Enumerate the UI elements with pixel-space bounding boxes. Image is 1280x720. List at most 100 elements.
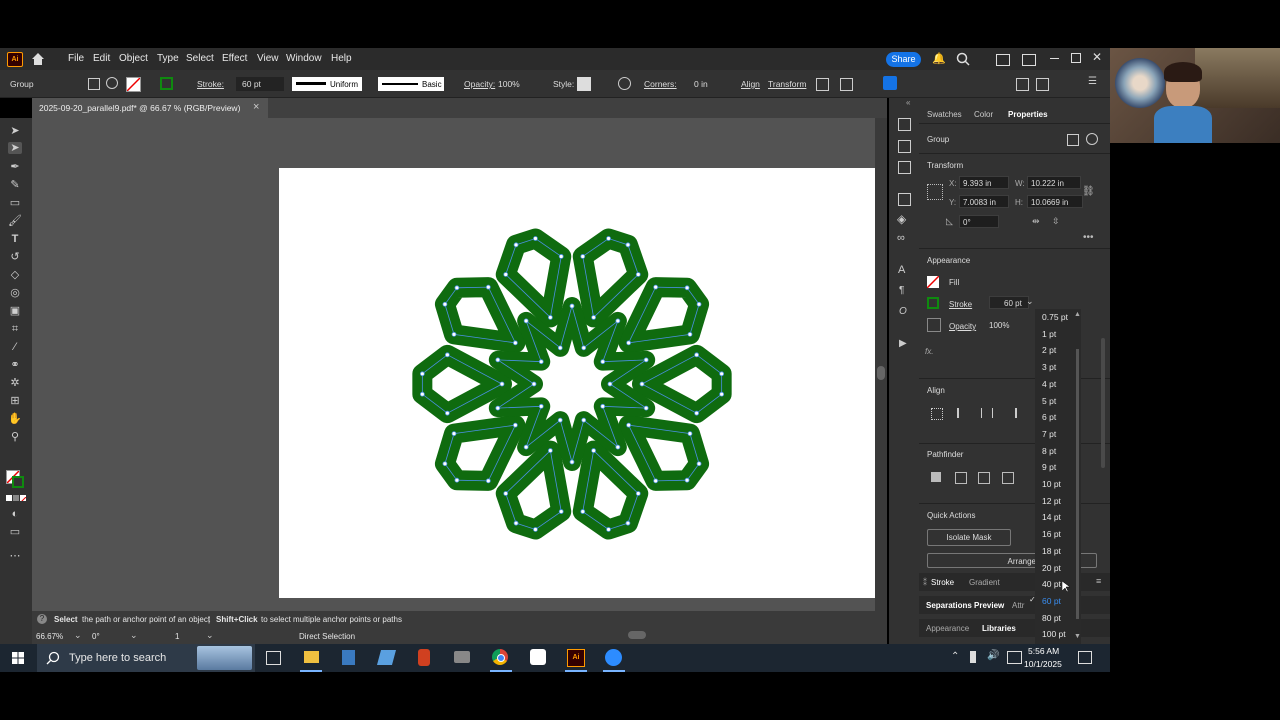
- volume-icon[interactable]: 🔊: [987, 650, 999, 661]
- transform-panel-icon[interactable]: [898, 118, 911, 131]
- stroke-weight-option[interactable]: 6 pt: [1042, 412, 1056, 422]
- camera-app-icon[interactable]: [454, 651, 470, 663]
- screen-mode-icon[interactable]: ▭: [8, 526, 22, 538]
- brush-definition-dropdown[interactable]: Basic: [378, 77, 444, 91]
- isolate-icon[interactable]: [816, 78, 829, 91]
- file-explorer-icon[interactable]: [304, 651, 319, 663]
- menu-select[interactable]: Select: [186, 53, 214, 64]
- align-panel-icon[interactable]: [898, 140, 911, 153]
- align-left-edge-icon[interactable]: [957, 408, 969, 418]
- draw-mode-icon[interactable]: ◐: [8, 508, 22, 520]
- curvature-tool-icon[interactable]: ✎: [8, 179, 22, 191]
- reference-point-icon[interactable]: [927, 184, 943, 200]
- links-panel-icon[interactable]: ∞: [897, 232, 905, 244]
- eyedropper-tool-icon[interactable]: ⁄: [8, 341, 22, 353]
- target-icon[interactable]: [106, 77, 118, 89]
- clock-date[interactable]: 10/1/2025: [1024, 659, 1062, 669]
- panel-menu-icon[interactable]: ≡: [1096, 576, 1101, 586]
- stroke-weight-option[interactable]: 5 pt: [1042, 396, 1056, 406]
- stroke-weight-field[interactable]: 60 pt: [236, 77, 284, 91]
- paintbrush-tool-icon[interactable]: 🖌: [8, 215, 22, 227]
- calculator-icon[interactable]: [342, 650, 355, 665]
- stroke-weight-option[interactable]: 80 pt: [1042, 613, 1061, 623]
- stroke-weight-option[interactable]: 7 pt: [1042, 429, 1056, 439]
- opacity-value[interactable]: 100%: [498, 79, 520, 89]
- clock-time[interactable]: 5:56 AM: [1028, 646, 1059, 656]
- tab-attributes[interactable]: Attr: [1012, 601, 1024, 610]
- transform-link[interactable]: Transform: [768, 79, 806, 89]
- fill-none-icon[interactable]: [927, 276, 939, 288]
- stroke-color-swatch[interactable]: [160, 77, 173, 90]
- actions-panel-icon[interactable]: ▶: [899, 338, 907, 349]
- notification-center-icon[interactable]: [1078, 651, 1092, 664]
- minus-front-icon[interactable]: [955, 472, 967, 484]
- stroke-weight-option[interactable]: 0.75 pt: [1042, 312, 1068, 322]
- zoom-app-icon[interactable]: [605, 649, 622, 666]
- tab-appearance[interactable]: Appearance: [926, 624, 969, 633]
- constrain-proportions-icon[interactable]: ⛓: [1082, 186, 1095, 197]
- stroke-weight-option[interactable]: 16 pt: [1042, 529, 1061, 539]
- horizontal-scrollbar[interactable]: [424, 630, 874, 640]
- shape-builder-tool-icon[interactable]: ◎: [8, 287, 22, 299]
- chrome-icon[interactable]: [492, 649, 508, 665]
- gradient-tool-icon[interactable]: ▣: [8, 305, 22, 317]
- rotation-value[interactable]: 0°: [92, 632, 100, 641]
- tab-libraries[interactable]: Libraries: [982, 624, 1016, 633]
- flip-horizontal-icon[interactable]: ⇹: [1032, 216, 1040, 227]
- collapse-panels-icon[interactable]: «: [906, 98, 910, 107]
- minimize-icon[interactable]: [1050, 58, 1059, 59]
- zoom-dropdown-icon[interactable]: ⌄: [74, 630, 82, 641]
- fx-icon[interactable]: fx.: [925, 347, 933, 356]
- w-field[interactable]: 10.222 in: [1027, 176, 1081, 189]
- x-field[interactable]: 9.393 in: [959, 176, 1009, 189]
- menu-help[interactable]: Help: [331, 53, 352, 64]
- eraser-tool-icon[interactable]: ◇: [8, 269, 22, 281]
- rotation-dropdown-icon[interactable]: ⌄: [130, 630, 138, 641]
- stroke-weight-option[interactable]: 2 pt: [1042, 345, 1056, 355]
- artboard[interactable]: [279, 168, 875, 598]
- stroke-link[interactable]: Stroke: [949, 300, 972, 309]
- stroke-weight-field-panel[interactable]: 60 pt: [989, 296, 1029, 309]
- paint-app-icon[interactable]: [376, 650, 397, 665]
- stroke-weight-option[interactable]: 9 pt: [1042, 462, 1056, 472]
- system-tray-chevron-icon[interactable]: ⌃: [951, 651, 959, 662]
- pathfinder-panel-icon[interactable]: [898, 161, 911, 174]
- flip-vertical-icon[interactable]: ⇳: [1052, 216, 1060, 227]
- properties-panel-icon[interactable]: [883, 76, 897, 90]
- menu-window[interactable]: Window: [286, 53, 322, 64]
- maximize-icon[interactable]: [1071, 53, 1081, 63]
- align-horizontal-center-icon[interactable]: [981, 408, 993, 418]
- menu-edit[interactable]: Edit: [93, 53, 110, 64]
- tab-stroke[interactable]: Stroke: [931, 578, 954, 587]
- angle-field[interactable]: 0°: [959, 215, 999, 228]
- character-panel-icon[interactable]: A: [898, 264, 905, 276]
- align-link[interactable]: Align: [741, 79, 760, 89]
- variable-width-profile-dropdown[interactable]: Uniform: [292, 77, 362, 91]
- panel-scrollbar[interactable]: [1101, 338, 1105, 468]
- more-options-icon[interactable]: ☰: [1088, 76, 1097, 87]
- rotate-angle-icon[interactable]: ◺: [946, 216, 953, 227]
- arrange-icon[interactable]: [840, 78, 853, 91]
- workspace-icon[interactable]: [996, 54, 1010, 66]
- task-view-icon[interactable]: [266, 651, 281, 665]
- color-mode-icons[interactable]: [6, 495, 26, 502]
- zoom-level[interactable]: 66.67%: [36, 632, 63, 641]
- tab-separations-preview[interactable]: Separations Preview: [926, 601, 1004, 610]
- artboard-tool-icon[interactable]: ⊞: [8, 395, 22, 407]
- menu-file[interactable]: File: [68, 53, 84, 64]
- taskbar-search-box[interactable]: Type here to search: [37, 644, 255, 672]
- intersect-icon[interactable]: [978, 472, 990, 484]
- help-icon[interactable]: ?: [37, 614, 47, 624]
- stroke-weight-option[interactable]: 10 pt: [1042, 479, 1061, 489]
- isolate-group-icon[interactable]: [88, 78, 100, 90]
- stroke-weight-option[interactable]: 4 pt: [1042, 379, 1056, 389]
- direct-selection-tool-icon[interactable]: ➤: [8, 142, 22, 154]
- symbol-sprayer-tool-icon[interactable]: ✲: [8, 377, 22, 389]
- notifications-icon[interactable]: 🔔: [932, 52, 946, 66]
- opentype-panel-icon[interactable]: O: [899, 306, 907, 317]
- align-right-edge-icon[interactable]: [1005, 408, 1017, 418]
- hand-tool-icon[interactable]: ✋: [8, 413, 22, 425]
- tab-color[interactable]: Color: [974, 110, 993, 119]
- window-arrange-icon[interactable]: [1022, 54, 1036, 66]
- stroke-label[interactable]: Stroke:: [197, 79, 224, 89]
